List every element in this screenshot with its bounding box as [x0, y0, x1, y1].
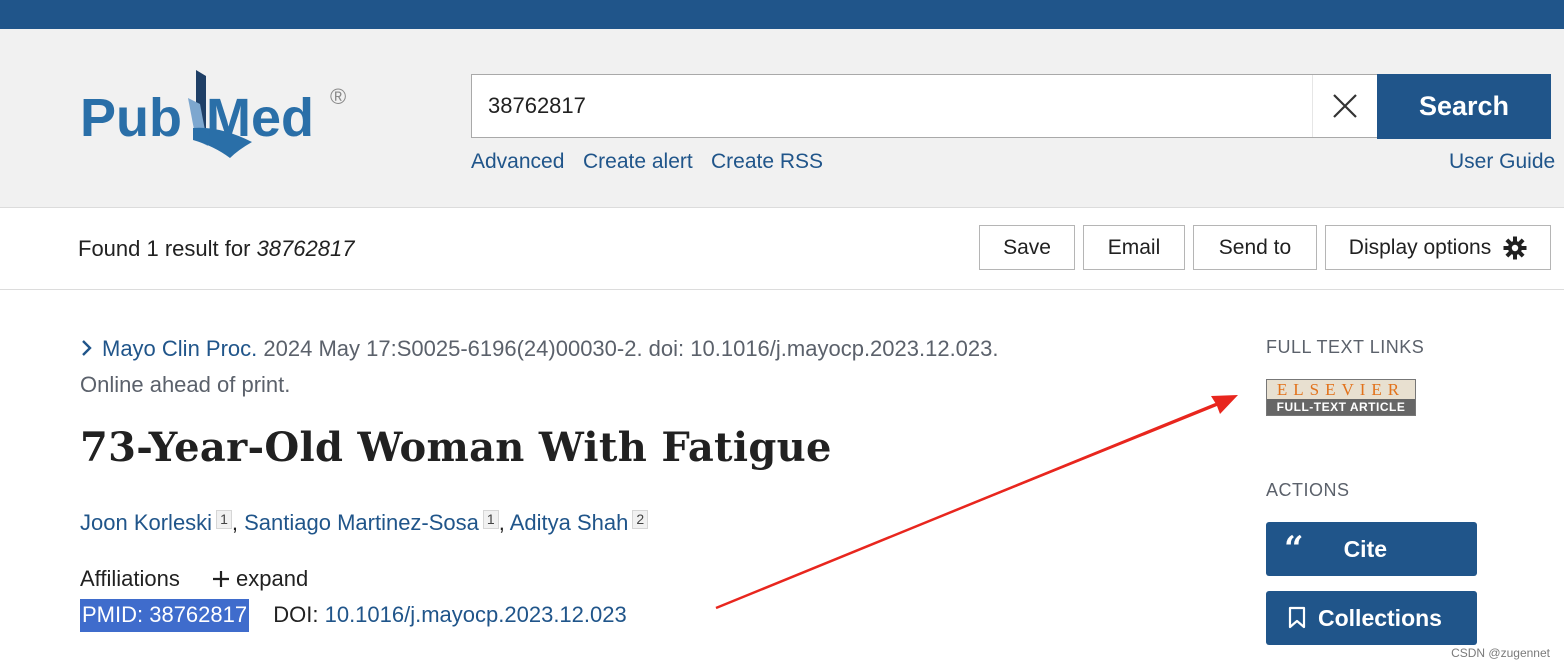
annotation-arrow — [715, 395, 1238, 610]
watermark: CSDN @zugennet — [1451, 646, 1550, 660]
